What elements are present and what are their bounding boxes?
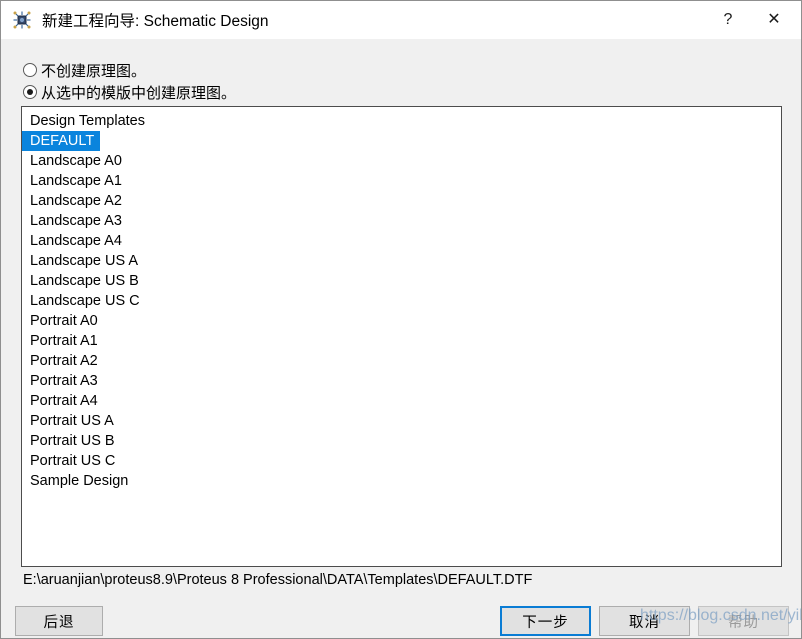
list-item[interactable]: Landscape US C (22, 291, 781, 311)
page-title: 新建工程向导: Schematic Design (42, 13, 269, 30)
selected-template-path: E:\aruanjian\proteus8.9\Proteus 8 Profes… (23, 572, 533, 588)
radio-option-label: 不创建原理图。 (41, 62, 147, 80)
list-item[interactable]: Portrait A4 (22, 391, 781, 411)
list-item[interactable]: Portrait US C (22, 451, 781, 471)
list-item[interactable]: Landscape US A (22, 251, 781, 271)
list-item[interactable]: Portrait A1 (22, 331, 781, 351)
back-button[interactable]: 后退 (15, 606, 103, 636)
question-mark-icon: ? (723, 11, 733, 28)
help-action-button: 帮助 (698, 606, 789, 636)
radio-option-label: 从选中的模版中创建原理图。 (41, 84, 237, 102)
cancel-button[interactable]: 取消 (599, 606, 690, 636)
next-button[interactable]: 下一步 (500, 606, 591, 636)
close-icon: ✕ (767, 11, 781, 28)
help-button[interactable]: ? (705, 1, 751, 39)
close-button[interactable]: ✕ (751, 1, 797, 39)
list-item[interactable]: Landscape A4 (22, 231, 781, 251)
radio-option-no-schematic[interactable]: 不创建原理图。 (23, 60, 146, 80)
list-item[interactable]: Landscape A3 (22, 211, 781, 231)
list-item[interactable]: Design Templates (22, 111, 781, 131)
list-item[interactable]: Portrait US A (22, 411, 781, 431)
radio-indicator-checked[interactable] (23, 85, 37, 99)
list-item[interactable]: Landscape A2 (22, 191, 781, 211)
list-item[interactable]: Portrait A0 (22, 311, 781, 331)
dialog-button-bar: 后退 下一步 取消 帮助 (1, 602, 801, 638)
list-item[interactable]: Landscape A0 (22, 151, 781, 171)
caption-button-group: ? ✕ (705, 1, 801, 39)
list-item[interactable]: Landscape US B (22, 271, 781, 291)
radio-indicator-unchecked[interactable] (23, 63, 37, 77)
dialog-client-area: 不创建原理图。 从选中的模版中创建原理图。 Design Templates D… (1, 39, 801, 638)
list-item[interactable]: Portrait US B (22, 431, 781, 451)
list-item[interactable]: Portrait A3 (22, 371, 781, 391)
list-item-selected[interactable]: DEFAULT (22, 131, 100, 151)
list-item[interactable]: Portrait A2 (22, 351, 781, 371)
radio-option-from-template[interactable]: 从选中的模版中创建原理图。 (23, 82, 236, 102)
new-project-wizard-dialog: 新建工程向导: Schematic Design ? ✕ 不创建原理图。 从选中… (0, 0, 802, 639)
list-item[interactable]: Sample Design (22, 471, 781, 491)
proteus-chip-icon (12, 10, 32, 30)
design-templates-listbox[interactable]: Design Templates DEFAULT Landscape A0 La… (21, 106, 782, 567)
list-item[interactable]: Landscape A1 (22, 171, 781, 191)
title-bar: 新建工程向导: Schematic Design ? ✕ (1, 1, 801, 39)
